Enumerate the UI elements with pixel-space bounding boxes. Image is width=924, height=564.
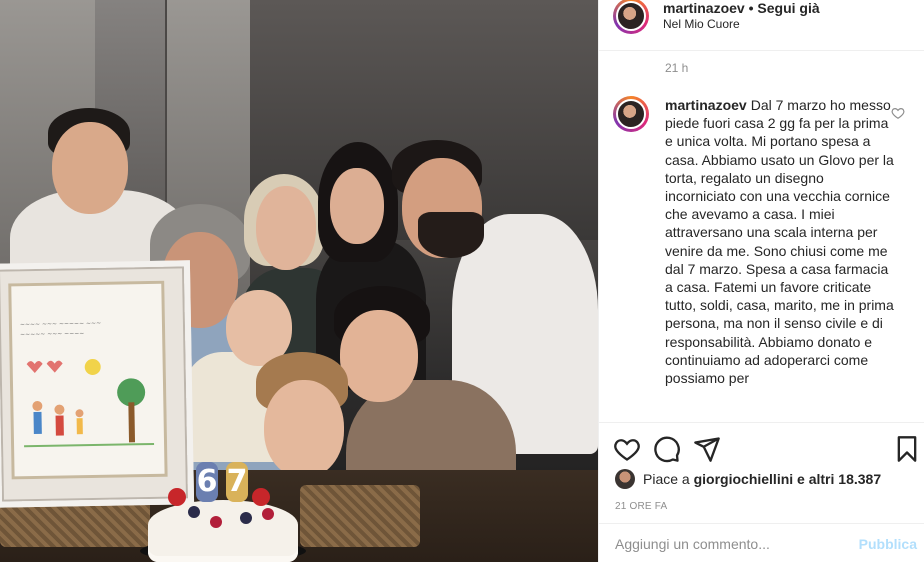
send-icon[interactable] <box>693 435 721 463</box>
heart-icon[interactable] <box>613 435 641 463</box>
caption-author-link[interactable]: martinazoev <box>665 97 747 113</box>
candle-number: 7 <box>226 462 248 502</box>
post-date[interactable]: 21 ORE FA <box>615 501 667 512</box>
post-photo[interactable]: ~~~~ ~~~ ~~~~~ ~~~ ~~~~~ ~~~ ~~~~ 6 7 <box>0 0 598 562</box>
location-link[interactable]: Nel Mio Cuore <box>663 17 740 31</box>
post-sidebar: martinazoev • Segui già Nel Mio Cuore 21… <box>598 0 924 563</box>
birthday-cake <box>148 500 298 562</box>
person-face <box>256 186 316 270</box>
liker-username-link[interactable]: giorgiochiellini <box>694 471 794 487</box>
caption-body: Dal 7 marzo ho messo piede fuori casa 2 … <box>665 97 894 387</box>
blueberry <box>240 512 252 524</box>
heart-small-icon[interactable] <box>891 106 905 120</box>
blueberry <box>188 506 200 518</box>
svg-text:~~~~ ~~~ ~~~~~ ~~~: ~~~~ ~~~ ~~~~~ ~~~ <box>20 320 101 328</box>
strawberry <box>252 488 270 506</box>
author-username-link[interactable]: martinazoev <box>663 0 745 16</box>
person-beard <box>418 212 484 258</box>
likes-prefix: Piace a <box>643 471 690 487</box>
drawing-illustration: ~~~~ ~~~ ~~~~~ ~~~ ~~~~~ ~~~ ~~~~ <box>20 320 155 448</box>
person-face <box>340 310 418 402</box>
bookmark-icon[interactable] <box>893 435 921 463</box>
publish-button[interactable]: Pubblica <box>859 536 917 552</box>
raspberry <box>210 516 222 528</box>
svg-text:~~~~~ ~~~ ~~~~: ~~~~~ ~~~ ~~~~ <box>20 330 84 338</box>
follow-status-button[interactable]: Segui già <box>757 0 819 16</box>
comment-input[interactable] <box>615 534 835 554</box>
dot-separator: • <box>748 0 754 16</box>
comment-icon[interactable] <box>653 435 681 463</box>
framed-drawing: ~~~~ ~~~ ~~~~~ ~~~ ~~~~~ ~~~ ~~~~ <box>0 260 195 508</box>
person-face <box>264 380 344 478</box>
liker-avatar[interactable] <box>615 469 635 489</box>
post-header: martinazoev • Segui già Nel Mio Cuore <box>599 0 924 51</box>
person-face <box>52 122 128 214</box>
child-drawing: ~~~~ ~~~ ~~~~~ ~~~ ~~~~~ ~~~ ~~~~ <box>8 280 168 480</box>
author-line: martinazoev • Segui già <box>663 0 820 16</box>
strawberry <box>168 488 186 506</box>
raspberry <box>262 508 274 520</box>
likes-suffix[interactable]: e altri 18.387 <box>797 471 881 487</box>
candle-number: 6 <box>196 462 218 502</box>
placemat <box>300 485 420 547</box>
author-avatar[interactable] <box>613 0 649 34</box>
likes-summary: Piace a giorgiochiellini e altri 18.387 <box>615 469 881 489</box>
add-comment-bar: Pubblica <box>599 523 924 564</box>
post-actions: Piace a giorgiochiellini e altri 18.387 … <box>599 422 924 563</box>
post-time-ago[interactable]: 21 h <box>665 61 688 75</box>
caption-author-avatar[interactable] <box>613 96 649 132</box>
person-face <box>330 168 384 244</box>
caption-text: martinazoev Dal 7 marzo ho messo piede fu… <box>665 96 895 416</box>
